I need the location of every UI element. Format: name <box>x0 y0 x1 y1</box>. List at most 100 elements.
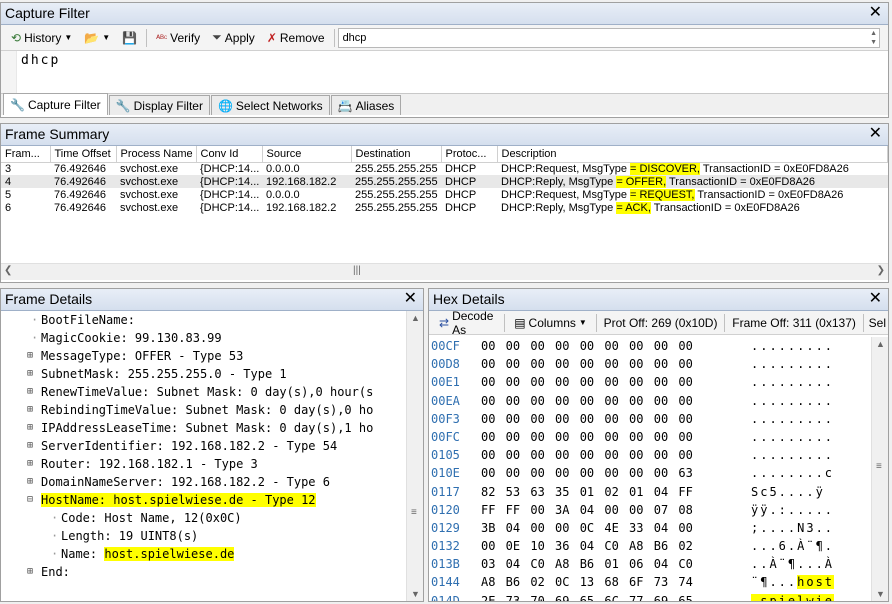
tree-item[interactable]: · MagicCookie: 99.130.83.99 <box>27 329 406 347</box>
hex-row[interactable]: 0120 FF FF 00 3A 04 00 00 07 08 ÿÿ.:..... <box>429 501 871 519</box>
expand-icon[interactable]: ⊞ <box>27 473 33 491</box>
tab-select-networks[interactable]: 🌐 Select Networks <box>210 95 330 115</box>
tree-item[interactable]: · Length: 19 UINT8(s) <box>27 527 406 545</box>
column-header[interactable]: Protoc... <box>441 146 498 163</box>
expand-icon[interactable]: ⊞ <box>27 437 33 455</box>
scroll-up-icon[interactable]: ▲ <box>876 339 885 349</box>
expand-icon[interactable]: ⊞ <box>27 401 33 419</box>
hex-offset: 00EA <box>431 393 460 408</box>
hex-dump: 00CF 00 00 00 00 00 00 00 00 00......... 0… <box>429 337 871 601</box>
tree-item[interactable]: ⊞ IPAddressLeaseTime: Subnet Mask: 0 day(… <box>27 419 406 437</box>
tree-connector: · <box>31 331 39 345</box>
column-header[interactable]: Process Name <box>116 146 197 163</box>
close-icon[interactable]: ✕ <box>404 290 417 308</box>
close-icon[interactable]: ✕ <box>869 290 882 308</box>
tree-item-label: DomainNameServer: 192.168.182.2 - Type 6 <box>41 475 330 489</box>
hex-row[interactable]: 00E1 00 00 00 00 00 00 00 00 00......... <box>429 373 871 391</box>
save-button[interactable]: 💾 <box>116 27 143 49</box>
expand-icon[interactable]: ⊞ <box>27 419 33 437</box>
column-header[interactable]: Conv Id <box>196 146 263 163</box>
hex-row[interactable]: 010E 00 00 00 00 00 00 00 00 63 ........c <box>429 464 871 482</box>
scroll-down-icon[interactable]: ▼ <box>411 589 420 599</box>
scroll-right-icon[interactable]: ❯ <box>877 265 885 276</box>
remove-button[interactable]: ✗ Remove <box>261 27 331 49</box>
cell-dest: 255.255.255.255 <box>355 175 438 188</box>
hex-row[interactable]: 0129 3B 04 00 00 0C 4E 33 04 00 ;....N3.. <box>429 519 871 537</box>
combo-scroll-icon[interactable]: ▲ ▼ <box>870 29 877 47</box>
tree-item[interactable]: ⊞ ServerIdentifier: 192.168.182.2 - Type … <box>27 437 406 455</box>
column-header[interactable]: Destination <box>351 146 442 163</box>
verify-button[interactable]: ᴬᴮᶜ Verify <box>150 27 206 49</box>
cell-time: 76.492646 <box>54 188 106 201</box>
hex-row[interactable]: 00D8 00 00 00 00 00 00 00 00 00......... <box>429 355 871 373</box>
ascii-text: ......... <box>751 448 835 463</box>
hex-offset: 00F3 <box>431 411 460 426</box>
column-header[interactable]: Source <box>262 146 352 163</box>
cell-process: svchost.exe <box>120 162 179 175</box>
tree-item[interactable]: · Name: host.spielwiese.de <box>27 545 406 563</box>
vertical-scrollbar[interactable]: ▲ ≡ ▼ <box>871 337 888 601</box>
open-button[interactable]: 📂 ▼ <box>78 27 116 49</box>
hex-details-panel: Hex Details ✕ ⇄ Decode As ▤ Columns ▼ Pr… <box>428 288 889 602</box>
tree-item[interactable]: ⊞ End: <box>27 563 406 581</box>
filter-combo[interactable]: dhcp ▲ ▼ <box>337 27 880 48</box>
column-header[interactable]: Fram... <box>1 146 51 163</box>
tree-item[interactable]: ⊞ MessageType: OFFER - Type 53 <box>27 347 406 365</box>
filter-editor[interactable]: dhcp <box>1 51 888 93</box>
expand-icon[interactable]: ⊞ <box>27 563 33 581</box>
cell-proto: DHCP <box>445 201 477 214</box>
hex-row[interactable]: 013B 03 04 C0 A8 B6 01 06 04 C0 ..À¨¶...À <box>429 555 871 573</box>
column-header[interactable]: Description <box>497 146 888 163</box>
hex-row[interactable]: 014D 2E 73 70 69 65 6C 77 69 65 .spielwie <box>429 592 871 601</box>
close-icon[interactable]: ✕ <box>869 4 882 22</box>
vertical-scrollbar[interactable]: ▲ ≡ ▼ <box>406 311 423 601</box>
hex-row[interactable]: 00CF 00 00 00 00 00 00 00 00 00......... <box>429 337 871 355</box>
scroll-down-icon[interactable]: ▼ <box>876 589 885 599</box>
tree-item[interactable]: · Code: Host Name, 12(0x0C) <box>27 509 406 527</box>
tree-item[interactable]: ⊞ RebindingTimeValue: Subnet Mask: 0 day(… <box>27 401 406 419</box>
tree-item[interactable]: ⊞ DomainNameServer: 192.168.182.2 - Type … <box>27 473 406 491</box>
hex-row[interactable]: 0144 A8 B6 02 0C 13 68 6F 73 74 ¨¶...host <box>429 573 871 591</box>
tree-item[interactable]: ⊞ Router: 192.168.182.1 - Type 3 <box>27 455 406 473</box>
ascii-text: ÿÿ.:..... <box>751 502 835 517</box>
hex-row[interactable]: 00EA 00 00 00 00 00 00 00 00 00......... <box>429 392 871 410</box>
hex-row[interactable]: 0117 82 53 63 35 01 02 01 04 FF Sc5....ÿ <box>429 483 871 501</box>
expand-icon[interactable]: ⊞ <box>27 365 33 383</box>
collapse-icon[interactable]: ⊟ <box>27 491 33 509</box>
table-row[interactable]: 6 76.492646 svchost.exe {DHCP:14... 192.168.… <box>1 201 888 214</box>
hex-row[interactable]: 00FC 00 00 00 00 00 00 00 00 00......... <box>429 428 871 446</box>
expand-icon[interactable]: ⊞ <box>27 383 33 401</box>
hex-row[interactable]: 00F3 00 00 00 00 00 00 00 00 00......... <box>429 410 871 428</box>
tree-item-label: RebindingTimeValue: Subnet Mask: 0 day(s… <box>41 403 374 417</box>
hex-row[interactable]: 0105 00 00 00 00 00 00 00 00 00......... <box>429 446 871 464</box>
toolbar-separator <box>146 28 148 47</box>
decode-as-button[interactable]: ⇄ Decode As <box>433 309 501 337</box>
cell-time: 76.492646 <box>54 162 106 175</box>
history-button[interactable]: ⟲ History ▼ <box>5 27 78 49</box>
scroll-thumb-grip[interactable]: ||| <box>353 265 361 276</box>
scroll-thumb-grip[interactable]: ≡ <box>876 461 882 472</box>
scroll-thumb-grip[interactable]: ≡ <box>411 507 417 518</box>
table-row[interactable]: 3 76.492646 svchost.exe {DHCP:14... 0.0.0.0 2… <box>1 162 888 175</box>
tree-item[interactable]: ⊟ HostName: host.spielwiese.de - Type 12 <box>27 491 406 509</box>
tree-item-label: SubnetMask: 255.255.255.0 - Type 1 <box>41 367 287 381</box>
table-row[interactable]: 4 76.492646 svchost.exe {DHCP:14... 192.168.… <box>1 175 888 188</box>
hex-row[interactable]: 0132 00 0E 10 36 04 C0 A8 B6 02 ...6.À¨¶. <box>429 537 871 555</box>
cell-time: 76.492646 <box>54 201 106 214</box>
tree-item[interactable]: ⊞ SubnetMask: 255.255.255.0 - Type 1 <box>27 365 406 383</box>
tab-display-filter[interactable]: 🔧 Display Filter <box>108 95 210 115</box>
horizontal-scrollbar[interactable]: ❮ ||| ❯ <box>1 263 888 280</box>
tab-capture-filter[interactable]: 🔧 Capture Filter <box>3 93 108 115</box>
apply-button[interactable]: ⏷ Apply <box>206 27 261 49</box>
columns-button[interactable]: ▤ Columns ▼ <box>508 312 593 334</box>
expand-icon[interactable]: ⊞ <box>27 347 33 365</box>
table-row[interactable]: 5 76.492646 svchost.exe {DHCP:14... 0.0.0.0 2… <box>1 188 888 201</box>
scroll-left-icon[interactable]: ❮ <box>4 265 12 276</box>
column-header[interactable]: Time Offset <box>50 146 117 163</box>
expand-icon[interactable]: ⊞ <box>27 455 33 473</box>
scroll-up-icon[interactable]: ▲ <box>411 313 420 323</box>
tree-item[interactable]: · BootFileName: <box>27 311 406 329</box>
tab-aliases[interactable]: 📇 Aliases <box>330 95 402 115</box>
close-icon[interactable]: ✕ <box>869 125 882 143</box>
tree-item[interactable]: ⊞ RenewTimeValue: Subnet Mask: 0 day(s),0… <box>27 383 406 401</box>
